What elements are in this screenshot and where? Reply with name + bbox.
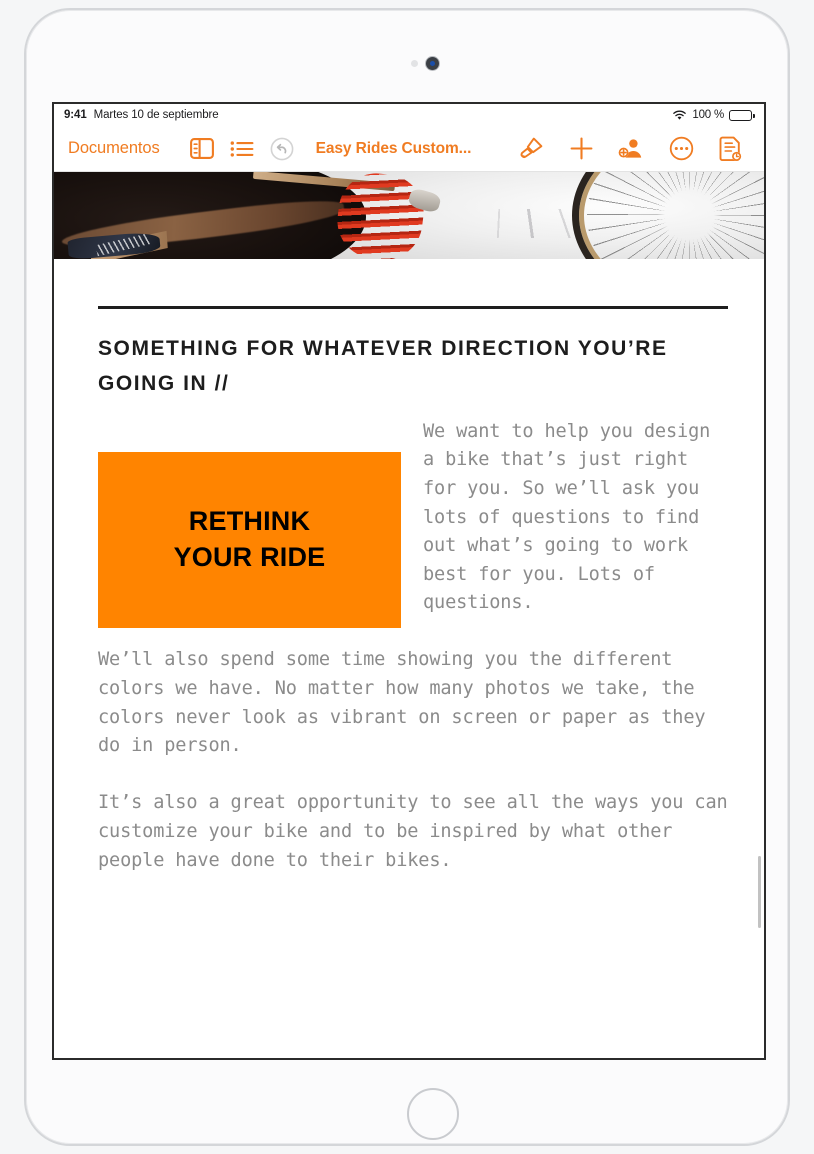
toolbar-right-group	[506, 132, 756, 166]
headline-divider-rule	[98, 306, 728, 309]
battery-percent-label: 100 %	[692, 109, 724, 121]
status-bar-right: 100 %	[672, 109, 755, 121]
collaborate-button[interactable]	[606, 132, 656, 166]
undo-button[interactable]	[262, 132, 302, 166]
add-person-icon	[618, 137, 645, 160]
vertical-scrollbar[interactable]	[757, 856, 761, 928]
document-body: SOMETHING FOR WHATEVER DIRECTION YOU’RE …	[54, 306, 764, 875]
insert-button[interactable]	[556, 132, 606, 166]
ambient-light-sensor-icon	[411, 60, 418, 67]
bulleted-list-icon	[230, 140, 254, 158]
rethink-your-ride-callout[interactable]: RETHINK YOUR RIDE	[98, 451, 401, 628]
document-title[interactable]: Easy Rides Custom...	[316, 140, 472, 158]
document-scroll-area[interactable]: SOMETHING FOR WHATEVER DIRECTION YOU’RE …	[54, 172, 764, 1058]
sidebar-panel-button[interactable]	[182, 132, 222, 166]
back-to-documents-button[interactable]: Documentos	[68, 139, 160, 158]
ipad-device-frame: 9:41 Martes 10 de septiembre 100 % Docum…	[24, 8, 790, 1146]
paragraph-3: It’s also a great opportunity to see all…	[98, 792, 728, 871]
paragraph-2: We’ll also spend some time showing you t…	[98, 649, 706, 757]
front-camera-icon	[426, 57, 439, 70]
hero-wheel-spokes	[586, 172, 764, 259]
bulleted-list-button[interactable]	[222, 132, 262, 166]
wifi-icon	[672, 110, 687, 121]
status-time: 9:41	[64, 109, 87, 121]
status-bar: 9:41 Martes 10 de septiembre 100 %	[54, 104, 764, 126]
callout-line-2: YOUR RIDE	[173, 542, 326, 573]
ellipsis-more-icon	[669, 136, 694, 161]
hero-image[interactable]	[54, 172, 764, 259]
home-button[interactable]	[407, 1088, 459, 1140]
plus-insert-icon	[569, 136, 594, 161]
document-clock-icon	[719, 136, 743, 162]
callout-line-1: RETHINK	[188, 506, 311, 537]
format-button[interactable]	[506, 132, 556, 166]
status-bar-left: 9:41 Martes 10 de septiembre	[64, 109, 219, 121]
document-info-button[interactable]	[706, 132, 756, 166]
sidebar-panel-icon	[189, 138, 214, 159]
document-page: SOMETHING FOR WHATEVER DIRECTION YOU’RE …	[54, 172, 764, 876]
page-title[interactable]: SOMETHING FOR WHATEVER DIRECTION YOU’RE …	[98, 332, 728, 402]
battery-icon	[729, 109, 755, 121]
status-date: Martes 10 de septiembre	[93, 109, 219, 121]
paintbrush-format-icon	[519, 136, 544, 161]
undo-arrow-icon	[270, 137, 294, 161]
more-options-button[interactable]	[656, 132, 706, 166]
app-toolbar: Documentos Easy Rides Custom...	[54, 126, 764, 172]
device-screen: 9:41 Martes 10 de septiembre 100 % Docum…	[52, 102, 766, 1060]
